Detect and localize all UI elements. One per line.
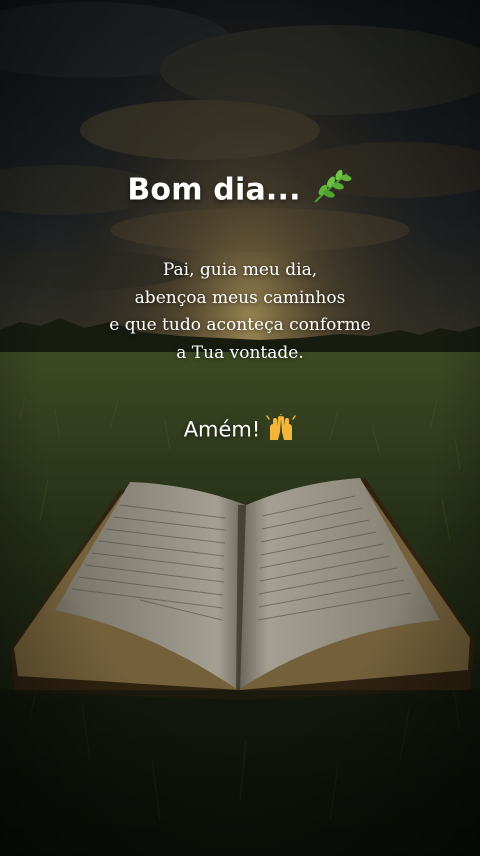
prayer-line: a Tua vontade. — [176, 342, 304, 363]
closing-text: Amém! — [183, 417, 261, 442]
prayer-line: abençoa meus caminhos — [134, 287, 346, 308]
greeting-text: Bom dia... — [127, 172, 301, 208]
background-scene: Bom dia... Pai, guia meu dia, abençoa me… — [0, 0, 480, 856]
prayer-line: Pai, guia meu dia, — [162, 260, 318, 280]
herb-icon — [309, 168, 353, 214]
greeting-title: Bom dia... — [0, 168, 480, 214]
raising-hands-icon — [266, 413, 297, 447]
text-overlay: Bom dia... Pai, guia meu dia, abençoa me… — [0, 0, 480, 856]
closing-line: Amém! — [0, 413, 480, 447]
prayer-line: e que tudo aconteça conforme — [109, 315, 371, 335]
prayer-text: Pai, guia meu dia, abençoa meus caminhos… — [0, 257, 480, 367]
